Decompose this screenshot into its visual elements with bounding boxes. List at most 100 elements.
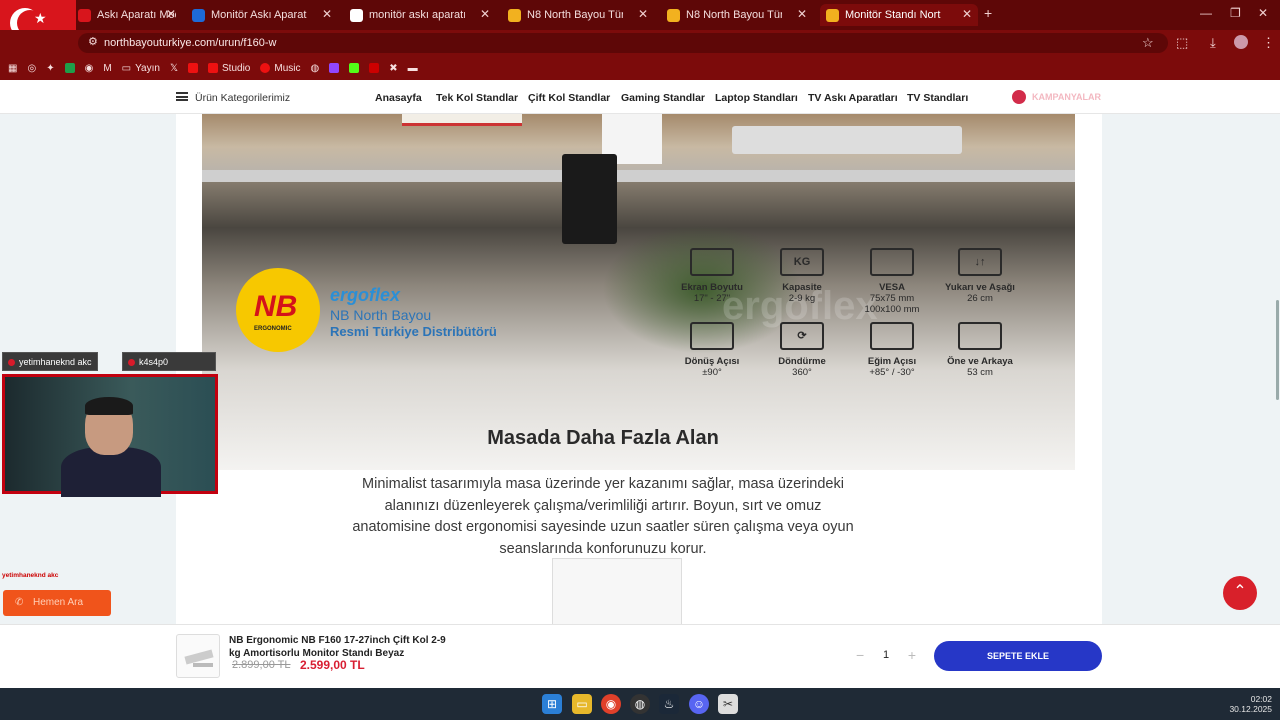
browser-tab[interactable]: N8 North Bayou Türkiye Distribütörü ✕ <box>502 4 654 26</box>
youtube-icon[interactable] <box>188 63 199 73</box>
gmail-icon[interactable]: M <box>103 63 111 74</box>
extensions-icon[interactable]: ⬚ <box>1176 35 1188 51</box>
spec-value: 360° <box>792 367 812 378</box>
quantity-value[interactable]: 1 <box>883 649 889 661</box>
nav-tv-stand[interactable]: TV Standları <box>907 92 968 104</box>
spec-value: 26 cm <box>967 293 993 304</box>
tab-close-icon[interactable]: ✕ <box>797 7 807 21</box>
download-icon[interactable]: ⤓ <box>1210 35 1216 51</box>
rotate-icon: ⟳ <box>780 322 824 350</box>
add-to-cart-button[interactable]: SEPETE EKLE <box>934 641 1102 671</box>
section-description: Minimalist tasarımıyla masa üzerinde yer… <box>352 476 854 557</box>
bookmark-label: Yayın <box>135 62 160 74</box>
folder-icon: ▭ <box>121 62 132 74</box>
bookmark-star-icon[interactable]: ☆ <box>1142 35 1154 51</box>
campaign-link[interactable]: KAMPANYALAR <box>1012 90 1101 104</box>
logo-text: NB <box>254 290 298 323</box>
minimize-icon[interactable]: — <box>1200 6 1212 20</box>
quantity-stepper: − 1 + <box>848 641 924 669</box>
bookmark-icon-game[interactable]: ▬ <box>408 63 418 74</box>
x-icon[interactable]: 𝕏 <box>170 63 178 74</box>
close-window-icon[interactable]: ✕ <box>1258 6 1268 20</box>
chat-username: yetimhaneknd akc <box>2 572 59 579</box>
nav-laptop[interactable]: Laptop Standları <box>715 92 798 104</box>
url-text[interactable]: northbayouturkiye.com/urun/f160-w <box>104 37 276 49</box>
nb-favicon-icon <box>508 8 521 22</box>
restore-icon[interactable]: ❐ <box>1230 6 1241 20</box>
tab-close-icon[interactable]: ✕ <box>480 7 490 21</box>
browser-tab[interactable]: Monitör Standı North Bayou F160 ✕ <box>820 4 978 26</box>
diagonal-arrow-icon <box>690 248 734 276</box>
nav-cift-kol[interactable]: Çift Kol Standlar <box>528 92 610 104</box>
flag-tr-favicon-icon <box>78 8 91 22</box>
google-favicon-icon <box>350 8 363 22</box>
nav-anasayfa[interactable]: Anasayfa <box>375 92 422 104</box>
bookmark-icon-x2[interactable]: ✖ <box>389 63 397 74</box>
spec-value: +85° / -30° <box>869 367 915 378</box>
menu-dots-icon[interactable]: ⋮ <box>1262 35 1275 51</box>
profile-avatar-icon[interactable] <box>1234 35 1248 49</box>
spec-item: Eğim Açısı +85° / -30° <box>852 322 932 378</box>
spec-title: VESA <box>879 282 905 293</box>
bookmark-studio[interactable]: Studio <box>208 63 250 74</box>
bookmark-music[interactable]: Music <box>260 63 301 74</box>
spec-value: 53 cm <box>967 367 993 378</box>
tab-close-icon[interactable]: ✕ <box>322 7 332 21</box>
spec-value: 17" - 27" <box>693 293 731 304</box>
obs-icon[interactable]: ◍ <box>630 694 650 714</box>
swivel-icon <box>690 322 734 350</box>
scroll-to-top-button[interactable]: ⌃ <box>1223 576 1257 610</box>
bookmark-icon-red[interactable] <box>369 63 380 73</box>
product-image <box>552 558 682 624</box>
spec-title: Dönüş Açısı <box>684 356 740 367</box>
tab-close-icon[interactable]: ✕ <box>166 7 176 21</box>
chrome-icon[interactable]: ◉ <box>601 694 621 714</box>
apps-grid-icon[interactable]: ▦ <box>8 63 17 74</box>
tab-title: Askı Aparatı Modelleri <box>97 9 176 21</box>
new-tab-icon[interactable]: + <box>984 5 992 21</box>
spec-title: Yukarı ve Aşağı <box>945 282 1015 293</box>
minus-icon[interactable]: − <box>856 647 864 663</box>
logo-subtext: ERGONOMIC <box>254 326 292 332</box>
file-explorer-icon[interactable]: ▭ <box>572 694 592 714</box>
ih-favicon-icon <box>192 8 205 22</box>
plus-icon[interactable]: + <box>908 647 916 663</box>
github-icon[interactable]: ◍ <box>311 63 320 74</box>
page-scrollbar[interactable] <box>1276 300 1279 400</box>
nav-gaming[interactable]: Gaming Standlar <box>621 92 705 104</box>
kick-icon[interactable] <box>349 63 360 73</box>
tab-close-icon[interactable]: ✕ <box>638 7 648 21</box>
nav-tek-kol[interactable]: Tek Kol Standlar <box>436 92 518 104</box>
sale-price: 2.599,00 TL <box>300 658 365 672</box>
browser-tab[interactable]: monitör askı aparatı - Google'da Ara ✕ <box>344 4 496 26</box>
spec-title: Öne ve Arkaya <box>947 356 1013 367</box>
whatsapp-icon[interactable]: ◉ <box>85 63 94 74</box>
browser-tab[interactable]: N8 North Bayou Türkiye Distribütörü ✕ <box>661 4 813 26</box>
snipping-tool-icon[interactable]: ✂ <box>718 694 738 714</box>
tilt-icon <box>870 322 914 350</box>
bookmark-folder-yayin[interactable]: ▭ Yayın <box>122 63 160 74</box>
hamburger-menu-icon[interactable] <box>176 92 188 101</box>
tab-title: monitör askı aparatı - Google'da Ara <box>369 9 465 21</box>
chat-user-tag: yetimhaneknd akc <box>2 352 98 371</box>
section-heading: Masada Daha Fazla Alan <box>487 427 719 449</box>
browser-tab[interactable]: Askı Aparatı Modelleri✕ <box>72 4 182 26</box>
sheets-icon[interactable] <box>64 63 75 73</box>
categories-menu[interactable]: Ürün Kategorilerimiz <box>195 92 290 104</box>
browser-tab[interactable]: Monitör Askı Aparatları | inceleme ✕ <box>186 4 338 26</box>
site-info-icon[interactable]: ⚙ <box>88 35 98 48</box>
nav-tv-aski[interactable]: TV Askı Aparatları <box>808 92 898 104</box>
bookmark-icon-2[interactable]: ✦ <box>46 63 54 74</box>
tab-close-icon[interactable]: ✕ <box>962 7 972 21</box>
bookmark-icon-1[interactable]: ◎ <box>27 63 36 74</box>
brand-name: NB North Bayou <box>330 307 432 323</box>
nb-logo: NB ERGONOMIC <box>236 268 320 352</box>
product-thumbnail <box>176 634 220 678</box>
campaign-badge-icon <box>1012 90 1026 104</box>
discord-icon[interactable]: ☺ <box>689 694 709 714</box>
spec-title: Ekran Boyutu <box>681 282 743 293</box>
twitch-icon[interactable] <box>329 63 340 73</box>
steam-icon[interactable]: ♨ <box>659 694 679 714</box>
windows-start-icon[interactable]: ⊞ <box>542 694 562 714</box>
spec-value: 75x75 mm 100x100 mm <box>864 293 920 315</box>
